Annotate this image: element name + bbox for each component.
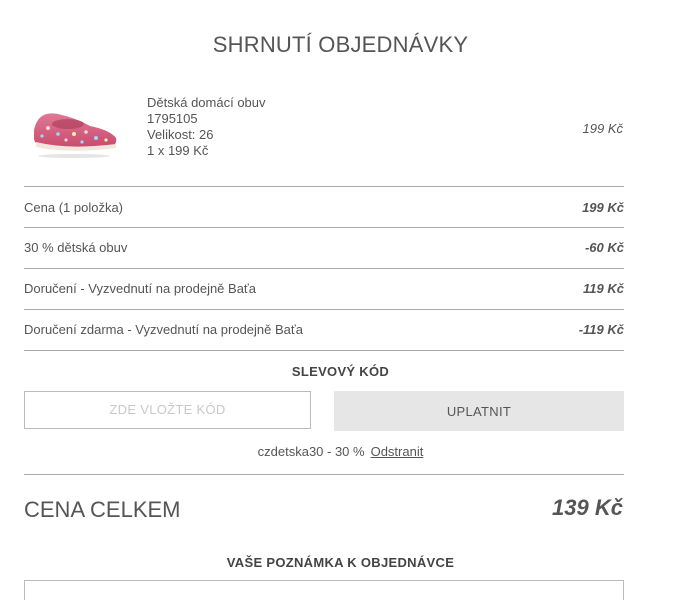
summary-line-free-delivery: Doručení zdarma - Vyzvednutí na prodejně…	[24, 322, 624, 342]
applied-coupon: czdetska30 - 30 % Odstranit	[0, 444, 681, 459]
total-value: 139 Kč	[552, 495, 623, 520]
coupon-heading: SLEVOVÝ KÓD	[291, 364, 390, 379]
line-value: -60 Kč	[584, 240, 624, 255]
summary-line-discount: 30 % dětská obuv -60 Kč	[24, 240, 624, 260]
divider	[24, 474, 624, 475]
divider	[24, 350, 624, 351]
line-value: 119 Kč	[583, 281, 624, 296]
product-name: Dětská domácí obuv	[147, 95, 266, 110]
product-code: 1795105	[147, 111, 198, 126]
divider	[24, 309, 624, 310]
line-value: 199 Kč	[582, 200, 624, 215]
summary-line-items-price: Cena (1 položka) 199 Kč	[24, 200, 624, 220]
line-label: Doručení - Vyzvednutí na prodejně Baťa	[24, 281, 257, 296]
divider	[24, 268, 624, 269]
line-value: -119 Kč	[578, 322, 624, 337]
applied-coupon-code: czdetska30 - 30 %	[257, 444, 365, 459]
product-info: Dětská domácí obuv 1795105 Velikost: 26 …	[147, 95, 266, 159]
order-note-heading: VAŠE POZNÁMKA K OBJEDNÁVCE	[226, 555, 455, 570]
divider	[24, 186, 624, 187]
product-price: 199 Kč	[582, 121, 623, 136]
line-label: Cena (1 položka)	[24, 200, 123, 215]
product-qty-price: 1 x 199 Kč	[147, 143, 209, 158]
apply-coupon-button[interactable]: UPLATNIT	[334, 391, 624, 431]
total-label: CENA CELKEM	[24, 497, 181, 522]
product-size: Velikost: 26	[147, 127, 214, 142]
remove-coupon-link[interactable]: Odstranit	[371, 444, 424, 459]
line-label: Doručení zdarma - Vyzvednutí na prodejně…	[24, 322, 303, 337]
coupon-code-input[interactable]	[24, 391, 311, 429]
order-summary-title: SHRNUTÍ OBJEDNÁVKY	[212, 32, 469, 57]
summary-line-delivery: Doručení - Vyzvednutí na prodejně Baťa 1…	[24, 281, 624, 301]
product-image	[34, 113, 117, 158]
line-label: 30 % dětská obuv	[24, 240, 128, 255]
divider	[24, 227, 624, 228]
order-note-textarea[interactable]	[24, 580, 624, 600]
